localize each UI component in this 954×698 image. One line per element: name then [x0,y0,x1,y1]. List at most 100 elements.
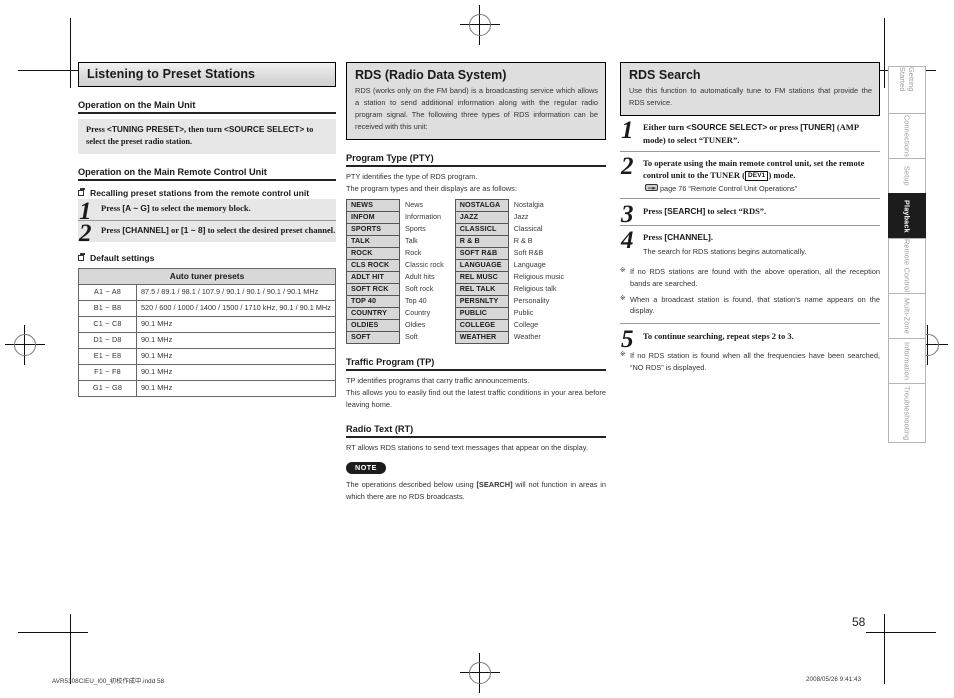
pty-display-code: COLLEGE [454,318,509,332]
pty-row: SOFT Soft [346,330,445,344]
step-text: To continue searching, repeat steps 2 to… [643,331,794,342]
preset-block-label: D1 ~ D8 [78,332,137,350]
table-row: G1 ~ G8 90.1 MHz [78,380,336,397]
preset-block-label: A1 ~ A8 [78,284,137,302]
pty-row: OLDIES Oldies [346,318,445,332]
pty-program-name: Soft [405,332,418,341]
pty-display-code: CLS ROCK [346,258,400,272]
chapter-tab-label: Remote Control [902,239,912,293]
chapter-tab-label: Multi-Zone [902,298,912,334]
pty-display-code: R & B [454,234,509,248]
step-text-part: Press [643,206,665,217]
step-text-part: Press [101,225,123,236]
pty-display-code: COUNTRY [346,306,400,320]
preset-block-label: C1 ~ C8 [78,316,137,334]
pty-display-code: OLDIES [346,318,400,332]
table-row: A1 ~ A8 87.5 / 89.1 / 98.1 / 107.9 / 90.1… [78,284,336,302]
instruction-text-part: Press [86,125,108,134]
step-number: 4 [621,227,634,254]
pty-program-name: Classical [513,224,543,233]
step-text-part: to select “RDS”. [705,206,767,217]
instruction-text-part: , then turn [184,125,225,134]
pty-program-name: College [513,320,539,329]
pty-display-code: NOSTALGA [454,198,509,212]
chapter-tab-connections[interactable]: Connections [888,113,926,159]
pty-row: R & BR & B [454,234,564,248]
table-body: A1 ~ A8 87.5 / 89.1 / 98.1 / 107.9 / 90.1… [78,284,336,397]
pty-row: PUBLIC Public [454,306,564,320]
table-row: B1 ~ B8 520 / 600 / 1000 / 1400 / 1500 / … [78,300,336,318]
default-settings-heading: Default settings [78,253,336,264]
pty-row: REL TALK Religious talk [454,282,564,296]
pty-row: NEWS News [346,198,445,212]
step-text: Press [CHANNEL] or [1 ~ 8] to select the… [101,224,336,237]
chapter-tab-multi-zone[interactable]: Multi-Zone [888,293,926,339]
chapter-tab-information[interactable]: Information [888,338,926,384]
left-column: Listening to Preset Stations Operation o… [78,62,336,397]
step-1: 1 Press [A ~ G] to select the memory blo… [78,199,336,224]
chapter-tab-label: Connections [902,114,912,158]
rds-step-2: 2 To operate using the main remote contr… [620,150,880,198]
pty-program-name: Country [405,308,431,317]
chapter-tab-label: Getting Started [898,67,916,92]
table-row: E1 ~ E8 90.1 MHz [78,348,336,366]
preset-frequencies: 90.1 MHz [136,332,336,350]
pty-display-code: INFOM [346,210,400,224]
pty-display-code: ROCK [346,246,400,260]
step-number: 1 [621,116,634,144]
note-body-text: The operations described below using [SE… [346,479,606,503]
rds-search-title: RDS Search [629,68,701,82]
preset-frequencies: 87.5 / 89.1 / 98.1 / 107.9 / 90.1 / 90.1… [136,284,336,302]
note-text: When a broadcast station is found, that … [630,294,880,316]
remote-unit-heading: Operation on the Main Remote Control Uni… [78,167,336,181]
pty-display-code: LANGUAGE [454,258,509,272]
step-subtext: The search for RDS stations begins autom… [643,246,807,256]
main-unit-instruction: Press <TUNING PRESET>, then turn <SOURCE… [78,119,336,154]
pty-display-code: TOP 40 [346,294,400,308]
pty-program-name: Oldies [405,320,426,329]
pty-display-code: WEATHER [454,330,509,344]
note-text-part: The operations described below using [346,480,477,490]
preset-block-label: G1 ~ G8 [78,380,137,397]
pty-row: SOFT R&B Soft R&B [454,246,564,260]
preset-frequencies: 90.1 MHz [136,380,336,397]
chapter-tab-playback[interactable]: Playback [888,193,926,239]
note-marker-icon: ※ [620,267,626,275]
footer-timestamp: 2008/05/26 9:41:43 [806,676,862,683]
right-column: RDS Search Use this function to automati… [620,62,880,374]
table-row: C1 ~ C8 90.1 MHz [78,316,336,334]
table-row: D1 ~ D8 90.1 MHz [78,332,336,350]
rds-search-intro: Use this function to automatically tune … [629,86,872,107]
step-number: 2 [79,220,92,248]
chapter-tab-troubleshooting[interactable]: Troubleshooting [888,383,926,443]
step-number: 3 [621,201,634,229]
channel-key: [CHANNEL] [664,232,711,242]
pty-program-name: Talk [405,236,418,245]
traffic-program-heading: Traffic Program (TP) [346,357,606,371]
rds-step-1: 1 Either turn <SOURCE SELECT> or press [… [620,116,880,151]
chapter-tab-remote-control[interactable]: Remote Control [888,238,926,294]
pty-program-name: Top 40 [405,296,427,305]
pty-display-code: JAZZ [454,210,509,224]
checkbox-bullet-icon [78,187,85,196]
rds-definition-panel: RDS (Radio Data System) RDS (works only … [346,62,606,140]
rds-step-3: 3 Press [SEARCH] to select “RDS”. [620,198,880,229]
page-reference[interactable]: page 76 “Remote Control Unit Operations” [643,184,880,193]
rt-body-text: RT allows RDS stations to send text mess… [346,442,588,452]
tp-body-text: TP identifies programs that carry traffi… [346,375,606,409]
pty-row: TOP 40 Top 40 [346,294,445,308]
pty-row: CLASSICL Classical [454,222,564,236]
step-text: Press [SEARCH] to select “RDS”. [643,205,880,218]
caution-note: ※ If no RDS stations are found with the a… [620,266,880,289]
chapter-tab-getting-started[interactable]: Getting Started [888,66,926,114]
step-text-part: to select the desired preset channel. [205,225,336,236]
chapter-tab-setup[interactable]: Setup [888,158,926,194]
pty-program-name: Weather [513,332,541,341]
preset-frequencies: 90.1 MHz [136,316,336,334]
pty-program-name: Information [405,212,441,221]
search-key: [SEARCH] [664,206,706,217]
pty-display-code: TALK [346,234,400,248]
rds-step-5: 5 To continue searching, repeat steps 2 … [620,323,880,352]
preset-block-label: E1 ~ E8 [78,348,137,366]
pty-row: LANGUAGE Language [454,258,564,272]
